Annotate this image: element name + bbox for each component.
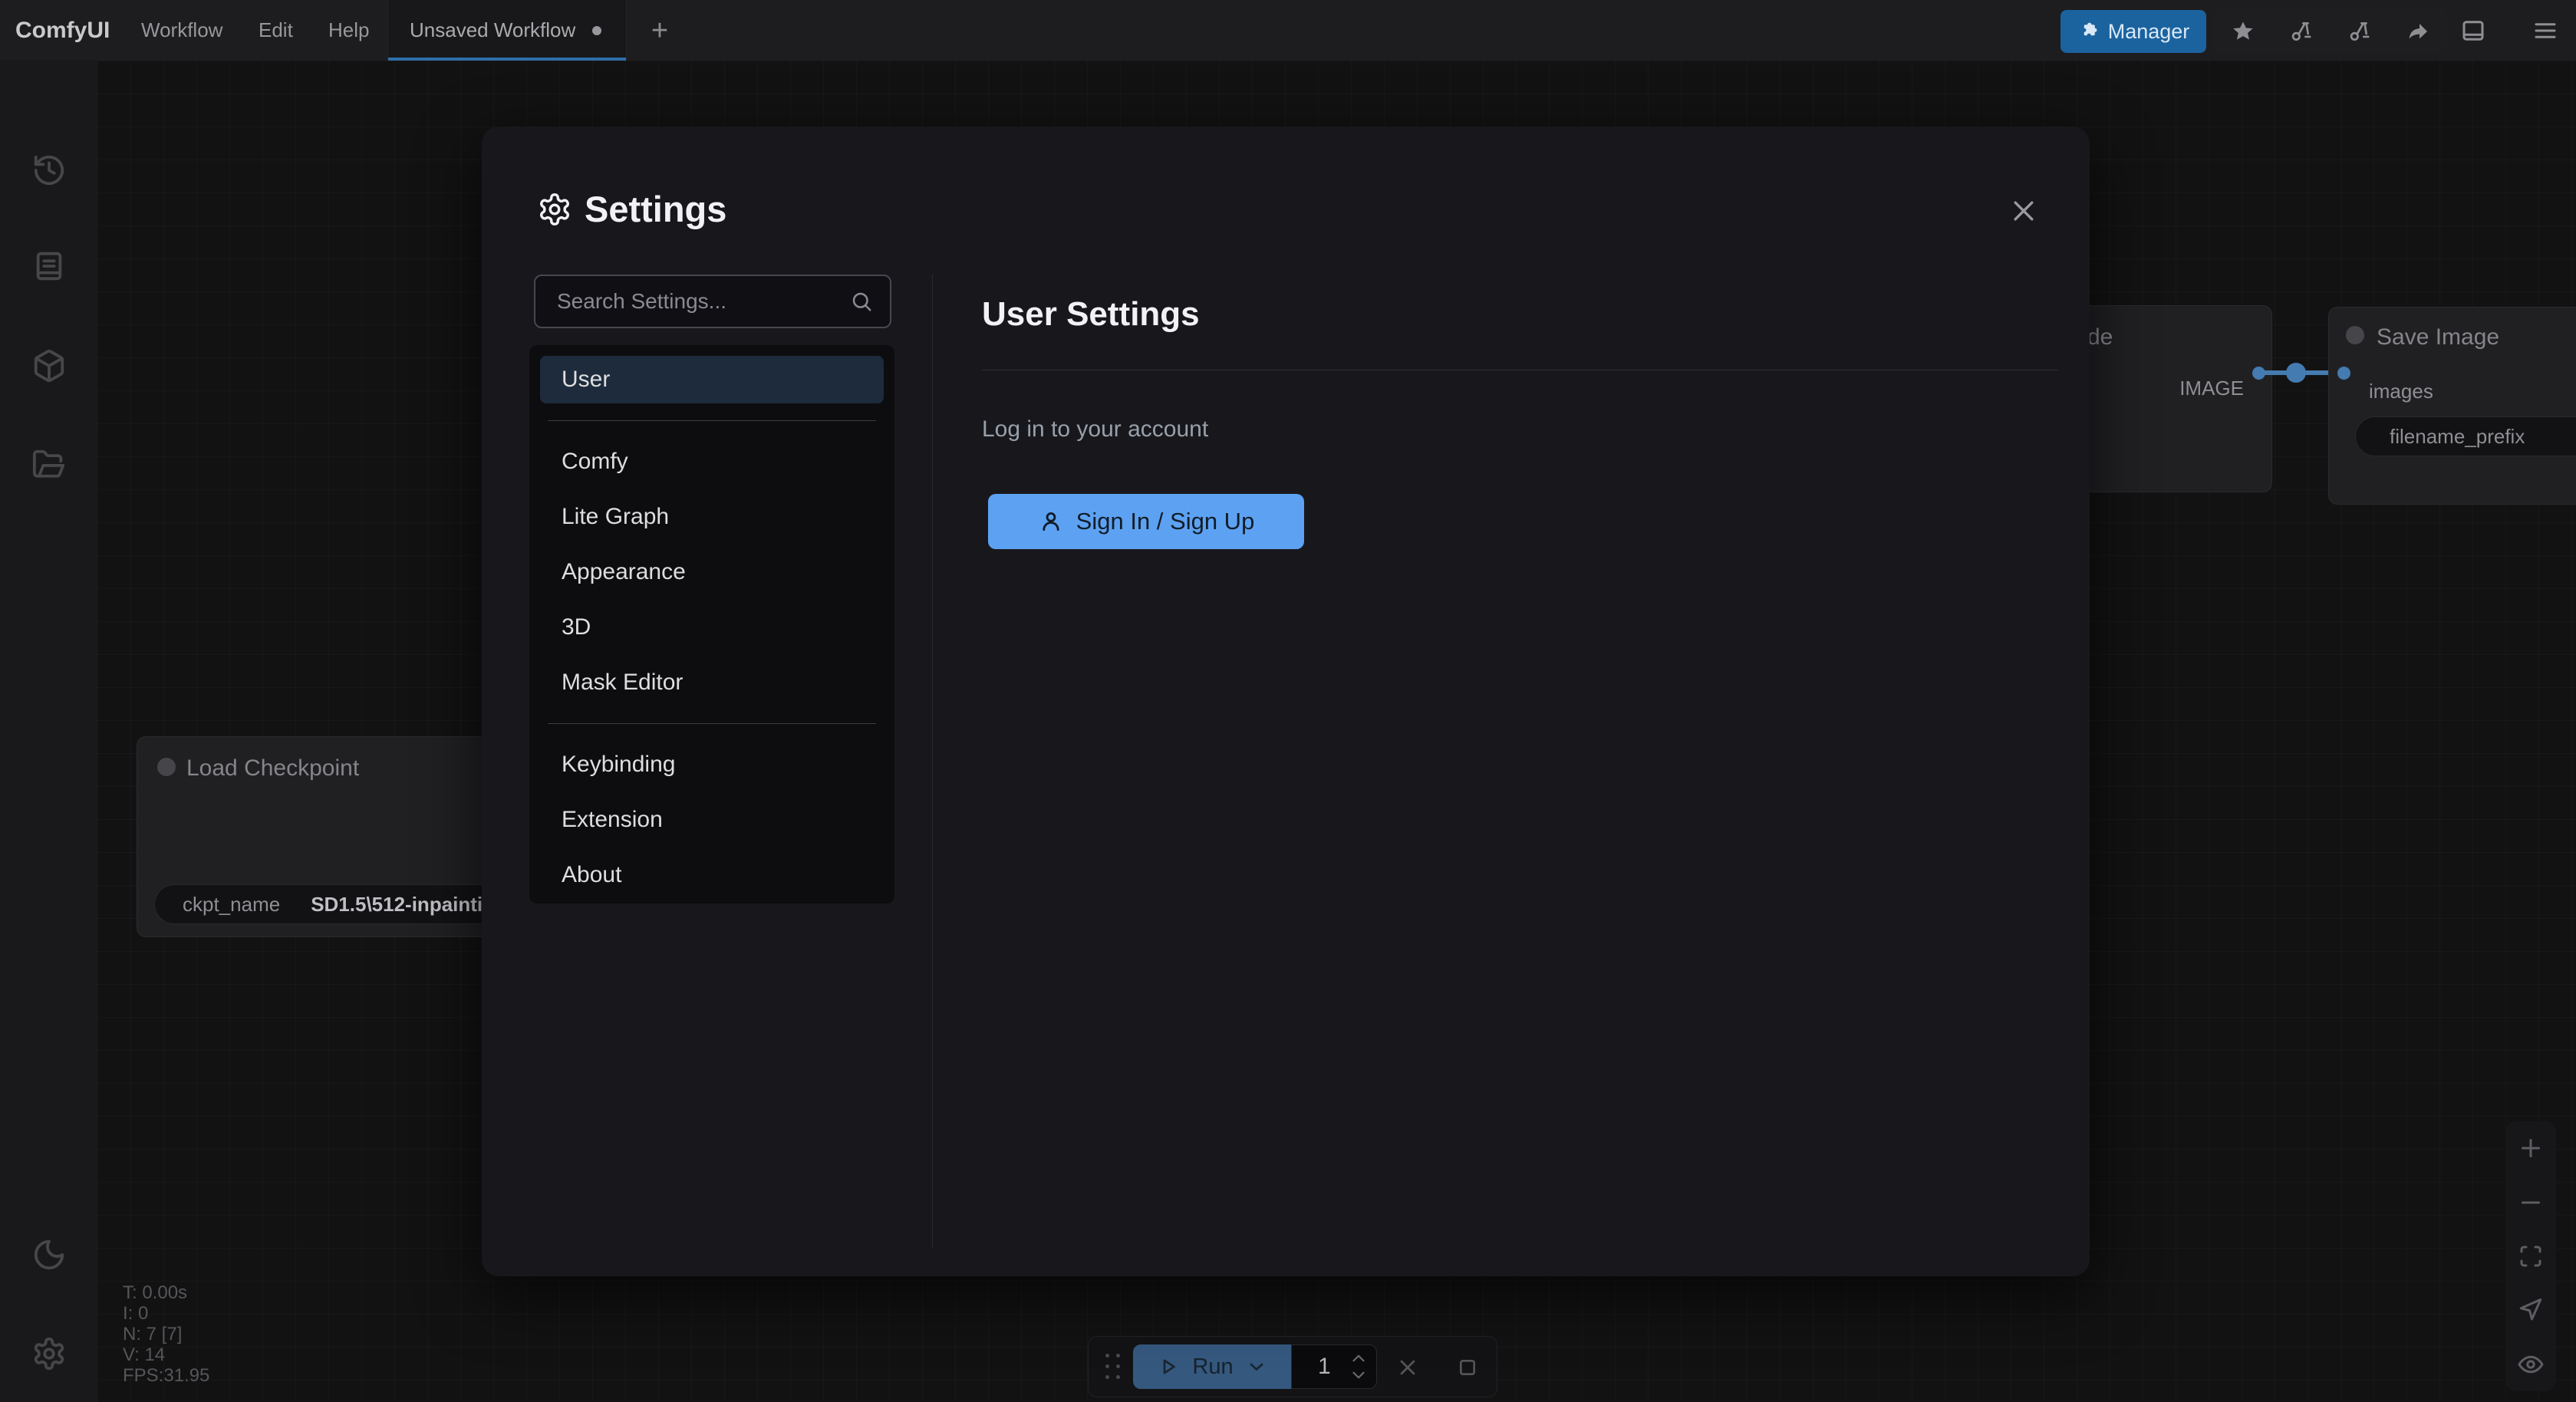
menu-workflow[interactable]: Workflow [141,0,222,61]
node-library-icon[interactable] [31,248,67,284]
settings-search-input[interactable] [535,289,850,314]
topbar-icon-group [2214,8,2447,54]
input-slot-label: images [2369,380,2433,403]
fit-view-icon[interactable] [2517,1242,2545,1270]
close-dialog-icon[interactable] [2008,196,2039,226]
partial-node[interactable]: de IMAGE [2084,305,2272,492]
model-library-icon[interactable] [31,348,67,383]
settings-menu-item-appearance[interactable]: Appearance [540,548,884,596]
menu-edit[interactable]: Edit [259,0,293,61]
search-icon [850,290,873,313]
filename-prefix-widget[interactable]: filename_prefix Comfy [2355,416,2576,456]
settings-dialog: Settings User Comfy Lite Graph Appearanc… [482,127,2090,1276]
run-button[interactable]: Run [1133,1344,1291,1389]
settings-menu-item-3d[interactable]: 3D [540,604,884,651]
stepper-up-icon[interactable] [1349,1350,1369,1367]
toolbar-drag-handle[interactable] [1105,1354,1122,1381]
dialog-title: Settings [585,188,726,230]
batch-count-steppers[interactable] [1349,1350,1369,1384]
left-sidebar [0,61,97,1402]
workflows-folder-icon[interactable] [31,447,67,482]
toggle-visibility-eye-icon[interactable] [2517,1351,2545,1378]
queue-history-icon[interactable] [31,153,67,188]
person-icon [1038,508,1064,535]
clear-queue-x-icon[interactable] [1395,1355,1420,1380]
node-collapse-dot[interactable] [157,758,176,776]
settings-menu-item-about[interactable]: About [540,851,884,899]
batch-count-input[interactable]: 1 [1291,1344,1377,1389]
menu-divider [548,420,876,421]
node-title-fragment: de [2087,324,2113,350]
share-icon[interactable] [2406,19,2430,44]
sidebar-content-divider [932,275,933,1249]
node-title: Save Image [2377,324,2499,350]
user-settings-heading: User Settings [982,295,1200,334]
output-slot-label: IMAGE [2179,377,2244,400]
workflow-tab[interactable]: Unsaved Workflow [387,0,627,61]
hamburger-menu-icon[interactable] [2532,17,2559,44]
stat-nodes: N: 7 [7] [123,1324,209,1344]
pan-cursor-icon[interactable] [2517,1296,2545,1324]
link-reroute-dot[interactable] [2286,363,2306,383]
images-input-dot[interactable] [2337,367,2350,380]
settings-menu-item-keybinding[interactable]: Keybinding [540,741,884,788]
menu-help[interactable]: Help [328,0,369,61]
plus-icon: + [651,15,668,48]
stat-time: T: 0.00s [123,1282,209,1303]
canvas-zoom-toolbar [2505,1121,2556,1391]
settings-gear-icon[interactable] [31,1336,67,1371]
stat-fps: FPS:31.95 [123,1365,209,1386]
load-checkpoint-node[interactable]: Load Checkpoint ckpt_name SD1.5\512-inpa… [137,736,484,937]
unsaved-indicator-dot [592,26,601,35]
zoom-in-plus-icon[interactable] [2517,1134,2545,1162]
free-cache-vacuum-icon[interactable] [2347,19,2372,44]
settings-category-list: User Comfy Lite Graph Appearance 3D Mask… [529,345,894,903]
new-workflow-button[interactable]: + [641,12,678,49]
workflow-tab-label: Unsaved Workflow [410,18,575,42]
manager-button-label: Manager [2108,20,2190,44]
batch-count-value: 1 [1318,1354,1331,1380]
active-tab-underline [388,58,626,61]
zoom-out-minus-icon[interactable] [2517,1189,2545,1216]
settings-menu-item-mask-editor[interactable]: Mask Editor [540,659,884,706]
run-options-chevron-icon[interactable] [1246,1356,1267,1377]
stop-square-icon[interactable] [1455,1355,1480,1380]
stat-images: I: 0 [123,1303,209,1324]
star-icon[interactable] [2231,19,2255,44]
sign-in-button-label: Sign In / Sign Up [1076,508,1255,535]
puzzle-icon [2077,21,2099,42]
settings-menu-item-litegraph[interactable]: Lite Graph [540,493,884,541]
bottom-panel-toggle-icon[interactable] [2459,17,2487,44]
unload-models-vacuum-icon[interactable] [2289,19,2314,44]
manager-button[interactable]: Manager [2060,10,2206,53]
stat-v: V: 14 [123,1344,209,1365]
settings-menu-item-extension[interactable]: Extension [540,796,884,844]
settings-search-box[interactable] [534,275,891,328]
theme-moon-icon[interactable] [31,1237,67,1272]
node-title: Load Checkpoint [186,755,359,782]
save-image-node[interactable]: Save Image images filename_prefix Comfy [2328,307,2576,505]
stepper-down-icon[interactable] [1349,1367,1369,1384]
run-toolbar: Run 1 [1088,1336,1497,1397]
settings-gear-icon [537,192,572,227]
play-icon [1157,1355,1180,1378]
menu-divider [548,723,876,724]
node-collapse-dot[interactable] [2346,326,2364,344]
run-button-label: Run [1192,1354,1233,1380]
login-prompt-text: Log in to your account [982,416,1208,443]
top-menubar: ComfyUI Workflow Edit Help Unsaved Workf… [0,0,2576,61]
settings-menu-item-user[interactable]: User [540,356,884,403]
ckpt-name-widget[interactable]: ckpt_name SD1.5\512-inpainting-e [154,884,484,924]
comfyui-logo[interactable]: ComfyUI [15,0,110,61]
sign-in-button[interactable]: Sign In / Sign Up [988,494,1304,549]
settings-menu-item-comfy[interactable]: Comfy [540,438,884,485]
canvas-perf-stats: T: 0.00s I: 0 N: 7 [7] V: 14 FPS:31.95 [123,1282,209,1386]
